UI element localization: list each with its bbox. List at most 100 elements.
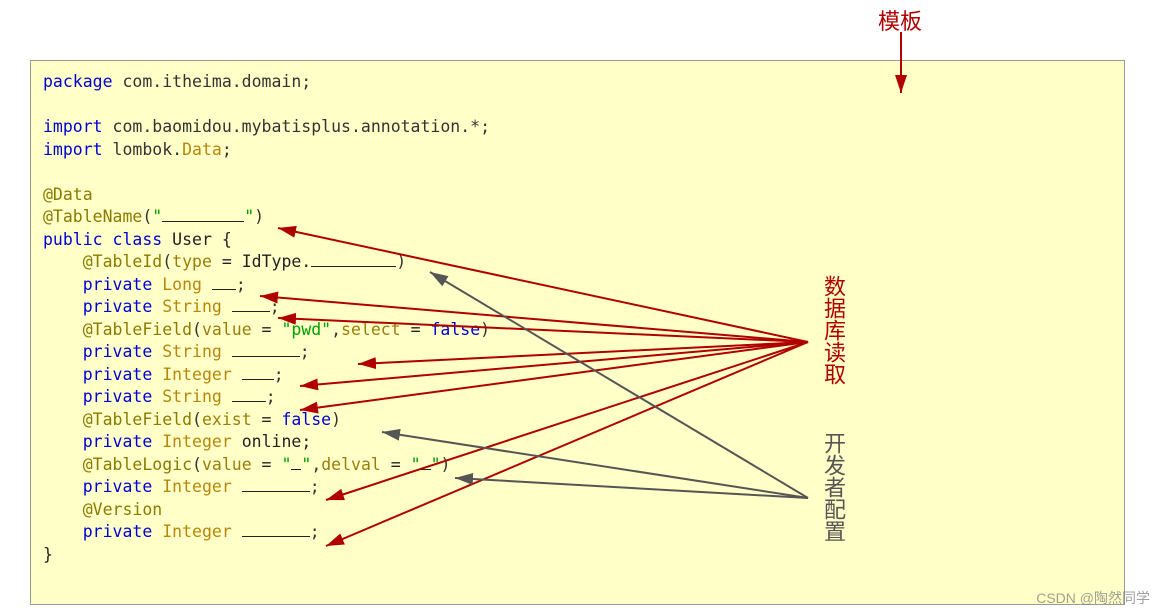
kw-false: false — [430, 320, 480, 339]
kw-private: private — [83, 275, 153, 294]
blank-tablename — [162, 221, 244, 222]
str-quote: " — [411, 455, 421, 474]
paren: ( — [142, 207, 152, 226]
blank-field — [232, 356, 300, 357]
str-quote: " — [431, 455, 441, 474]
semi: ; — [310, 522, 320, 541]
blank-field — [212, 289, 236, 290]
code-line — [43, 161, 1112, 184]
eq: = — [252, 410, 282, 429]
ann-tablefield: @TableField — [43, 410, 192, 429]
ann-tableid: @TableId — [43, 252, 162, 271]
top-label: 模板 — [878, 4, 922, 36]
eq: = — [401, 320, 431, 339]
code-line: @TableLogic(value = "",delval = "") — [43, 454, 1112, 477]
semi: ; — [270, 297, 280, 316]
type-integer: Integer — [162, 365, 232, 384]
import-data: Data — [182, 140, 222, 159]
comma: , — [331, 320, 341, 339]
ann-tablelogic: @TableLogic — [43, 455, 192, 474]
type-integer: Integer — [162, 432, 232, 451]
code-line: @Data — [43, 184, 1112, 207]
type-integer: Integer — [162, 477, 232, 496]
kw-false: false — [281, 410, 331, 429]
kw-private: private — [83, 477, 153, 496]
code-line: import lombok.Data; — [43, 139, 1112, 162]
code-line: import com.baomidou.mybatisplus.annotati… — [43, 116, 1112, 139]
ann-tablename: @TableName — [43, 207, 142, 226]
paren: ) — [480, 320, 490, 339]
code-line: @Version — [43, 499, 1112, 522]
ann-tablefield: @TableField — [43, 320, 192, 339]
type-integer: Integer — [162, 522, 232, 541]
attr-exist: exist — [202, 410, 252, 429]
code-line: @TableId(type = IdType.) — [43, 251, 1112, 274]
kw-package: package — [43, 72, 113, 91]
class-name: User { — [162, 230, 232, 249]
paren: ( — [192, 455, 202, 474]
code-line: private String ; — [43, 386, 1112, 409]
blank-delval — [421, 469, 431, 470]
blank-field — [242, 536, 310, 537]
kw-private: private — [83, 387, 153, 406]
blank-field — [242, 491, 310, 492]
paren: ) — [331, 410, 341, 429]
semi: ; — [300, 342, 310, 361]
close-brace: } — [43, 545, 53, 564]
code-line: private String ; — [43, 296, 1112, 319]
kw-class: class — [103, 230, 163, 249]
kw-private: private — [83, 522, 153, 541]
code-line: @TableField(value = "pwd",select = false… — [43, 319, 1112, 342]
code-line: private Integer ; — [43, 521, 1112, 544]
kw-private: private — [83, 365, 153, 384]
page-root: 模板 package com.itheima.domain; import co… — [0, 0, 1158, 608]
kw-import: import — [43, 140, 103, 159]
ann-data: @Data — [43, 185, 93, 204]
semi: ; — [310, 477, 320, 496]
pkg-name: com.itheima.domain; — [113, 72, 312, 91]
code-line: @TableField(exist = false) — [43, 409, 1112, 432]
attr-type: type — [172, 252, 212, 271]
code-line: private Integer online; — [43, 431, 1112, 454]
import-path: com.baomidou.mybatisplus.annotation.*; — [103, 117, 490, 136]
str-quote: " — [301, 455, 311, 474]
eq: = — [381, 455, 411, 474]
attr-select: select — [341, 320, 401, 339]
kw-private: private — [83, 432, 153, 451]
type-string: String — [162, 342, 222, 361]
attr-value: value — [202, 320, 252, 339]
code-line — [43, 94, 1112, 117]
paren: ( — [192, 320, 202, 339]
semi: ; — [236, 275, 246, 294]
code-line: private Integer ; — [43, 476, 1112, 499]
code-line: private Integer ; — [43, 364, 1112, 387]
blank-field — [242, 379, 274, 380]
idtype: = IdType. — [212, 252, 311, 271]
code-line: private String ; — [43, 341, 1112, 364]
code-line: package com.itheima.domain; — [43, 71, 1112, 94]
import-path: lombok. — [103, 140, 182, 159]
paren: ) — [254, 207, 264, 226]
semi: ; — [274, 365, 284, 384]
paren: ( — [162, 252, 172, 271]
blank-idtype — [311, 266, 396, 267]
kw-private: private — [83, 297, 153, 316]
online: online; — [232, 432, 311, 451]
attr-value: value — [202, 455, 252, 474]
str-pwd: "pwd" — [281, 320, 331, 339]
comma: , — [311, 455, 321, 474]
blank-field — [232, 311, 270, 312]
blank-field — [232, 401, 266, 402]
paren: ( — [192, 410, 202, 429]
code-line: public class User { — [43, 229, 1112, 252]
code-line: private Long ; — [43, 274, 1112, 297]
paren: ) — [441, 455, 451, 474]
kw-import: import — [43, 117, 103, 136]
attr-delval: delval — [321, 455, 381, 474]
kw-public: public — [43, 230, 103, 249]
ann-version: @Version — [43, 500, 162, 519]
kw-private: private — [83, 342, 153, 361]
str-quote: " — [244, 207, 254, 226]
eq: = — [252, 320, 282, 339]
side-label-gray: 开发者配置 — [820, 432, 846, 542]
